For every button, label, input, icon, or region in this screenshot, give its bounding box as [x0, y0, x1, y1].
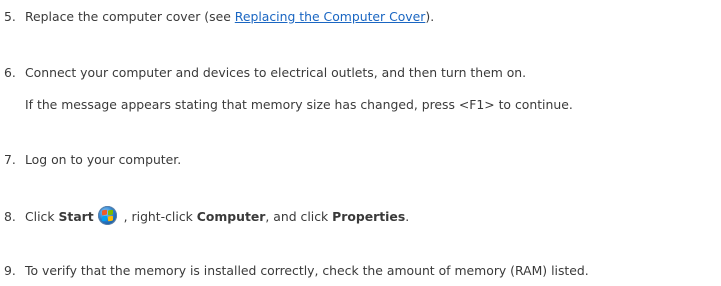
- computer-label: Computer: [196, 209, 266, 224]
- step-6: 6. Connect your computer and devices to e…: [4, 65, 526, 80]
- step-text-and: , and click: [265, 209, 333, 224]
- properties-label: Properties: [332, 209, 406, 224]
- step-9: 9. To verify that the memory is installed…: [4, 263, 589, 278]
- step-text: Log on to your computer.: [25, 152, 182, 167]
- step-text: Connect your computer and devices to ele…: [25, 65, 527, 80]
- step-text-end: ).: [425, 9, 435, 24]
- step-text: To verify that the memory is installed c…: [25, 263, 589, 278]
- step-text: Replace the computer cover (see: [25, 9, 235, 24]
- step-number: 6.: [4, 65, 16, 80]
- step-number: 9.: [4, 263, 16, 278]
- windows-start-orb-icon: [97, 206, 117, 225]
- start-label: Start: [58, 209, 94, 224]
- step-5: 5. Replace the computer cover (see Replac…: [4, 9, 434, 24]
- step-number: 5.: [4, 9, 16, 24]
- step-number: 7.: [4, 152, 16, 167]
- step-text-mid: , right-click: [119, 209, 197, 224]
- step-number: 8.: [4, 209, 16, 224]
- replacing-computer-cover-link[interactable]: Replacing the Computer Cover: [235, 9, 426, 24]
- step-text-end: .: [405, 209, 410, 224]
- step-text: Click: [25, 209, 59, 224]
- step-6-note: If the message appears stating that memo…: [25, 97, 573, 112]
- step-8: 8. Click Start , right-click Computer, an…: [4, 206, 409, 225]
- step-7: 7. Log on to your computer.: [4, 152, 181, 167]
